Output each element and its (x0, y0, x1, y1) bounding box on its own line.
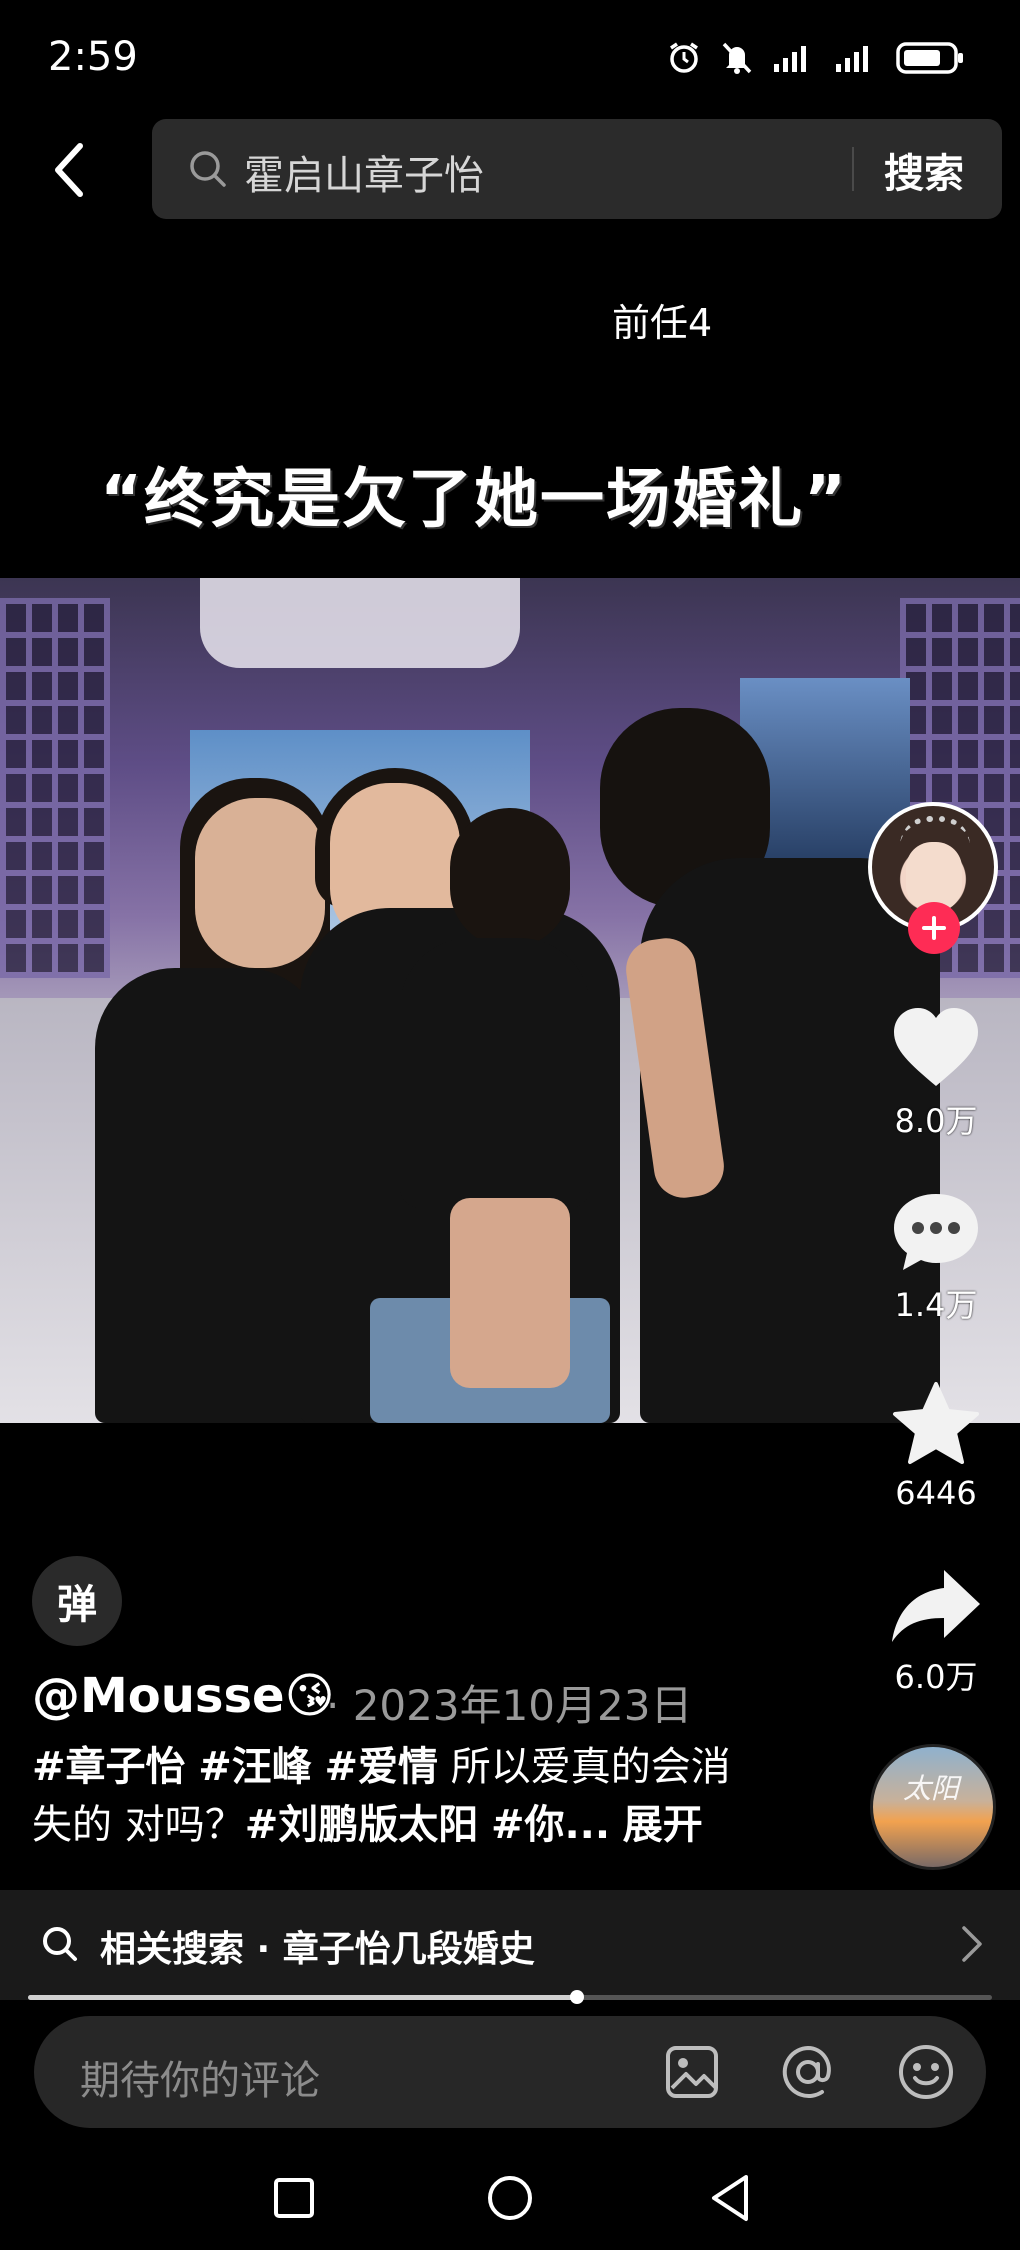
hashtag[interactable]: #爱情 (324, 1744, 438, 1790)
video-description: #章子怡 #汪峰 #爱情 所以爱真的会消 失的 对吗？#刘鹏版太阳 #你... … (32, 1738, 792, 1854)
person-figure (450, 808, 570, 948)
signal-icon (834, 42, 878, 78)
comment-input[interactable]: 期待你的评论 (34, 2016, 986, 2128)
favorite-count: 6446 (895, 1474, 977, 1512)
like-button[interactable]: 8.0万 (866, 1006, 1006, 1142)
triangle-back-icon (712, 2175, 748, 2221)
chevron-left-icon (55, 143, 83, 197)
person-figure (95, 968, 325, 1423)
status-icons (666, 40, 966, 80)
stage-light (200, 578, 520, 668)
recent-apps-button[interactable] (266, 2170, 322, 2226)
search-icon (40, 1924, 80, 1968)
expand-button[interactable]: 展开 (623, 1802, 703, 1848)
favorite-button[interactable]: 6446 (866, 1380, 1006, 1512)
hashtag[interactable]: #章子怡 (32, 1744, 186, 1790)
square-icon (274, 2178, 314, 2218)
comment-count: 1.4万 (894, 1286, 978, 1324)
search-query: 霍启山章子怡 (244, 153, 484, 199)
share-count: 6.0万 (894, 1658, 978, 1696)
description-line-2: 失的 对吗？#刘鹏版太阳 #你... 展开 (32, 1796, 792, 1854)
back-button[interactable] (40, 130, 100, 210)
mention-icon[interactable] (778, 2042, 838, 2102)
search-button[interactable]: 搜索 (884, 141, 964, 199)
related-search-text: 相关搜索 · 章子怡几段婚史 (100, 1929, 535, 1970)
video-progress-bar[interactable] (28, 1990, 992, 2004)
author-name[interactable]: @Mousse😘 (32, 1668, 335, 1724)
music-disc-label: 太阳 (903, 1772, 960, 1805)
comment-icon (894, 1194, 978, 1270)
system-nav-bar (0, 2140, 1020, 2250)
search-divider (852, 147, 854, 191)
status-time: 2:59 (48, 34, 138, 80)
danmaku-toggle[interactable]: 弹 (32, 1556, 122, 1646)
description-text: 所以爱真的会消 (450, 1744, 731, 1790)
alarm-icon (666, 40, 702, 80)
hashtag[interactable]: #汪峰 (198, 1744, 312, 1790)
video-caption-big: “终究是欠了她一场婚礼” (100, 463, 849, 537)
search-icon (188, 149, 228, 193)
hashtag[interactable]: #你... (491, 1802, 610, 1848)
progress-fill (28, 1995, 578, 2000)
plus-icon (922, 916, 946, 940)
share-arrow-icon (892, 1570, 980, 1642)
like-count: 8.0万 (894, 1102, 978, 1140)
search-input[interactable]: 霍启山章子怡 搜索 (152, 119, 1002, 219)
danmaku-label: 弹 (57, 1582, 97, 1628)
person-figure (450, 1198, 570, 1388)
comment-button[interactable]: 1.4万 (866, 1190, 1006, 1326)
battery-icon (896, 41, 966, 79)
comment-placeholder: 期待你的评论 (80, 2058, 320, 2104)
star-icon (893, 1382, 979, 1464)
person-figure (400, 938, 590, 1208)
post-date: · 2023年10月23日 (326, 1681, 693, 1730)
stage-truss-left (0, 598, 110, 978)
music-disc[interactable]: 太阳 (870, 1744, 996, 1870)
heart-icon (894, 1008, 978, 1086)
description-line-1: #章子怡 #汪峰 #爱情 所以爱真的会消 (32, 1738, 792, 1796)
image-icon[interactable] (662, 2042, 722, 2102)
emoji-icon[interactable] (896, 2042, 956, 2102)
follow-button[interactable] (908, 902, 960, 954)
back-nav-button[interactable] (702, 2170, 758, 2226)
mute-icon (720, 40, 754, 80)
progress-handle[interactable] (570, 1990, 585, 2004)
home-button[interactable] (482, 2170, 538, 2226)
share-button[interactable]: 6.0万 (866, 1566, 1006, 1698)
circle-icon (488, 2176, 532, 2220)
status-bar: 2:59 (0, 0, 1020, 120)
hashtag[interactable]: #刘鹏版太阳 (245, 1802, 479, 1848)
signal-icon (772, 42, 816, 78)
person-figure (195, 798, 325, 968)
description-text: 失的 对吗？ (32, 1802, 245, 1848)
related-search-bar[interactable]: 相关搜索 · 章子怡几段婚史 (0, 1890, 1020, 2000)
video-caption-small: 前任4 (612, 301, 713, 345)
chevron-right-icon (960, 1924, 984, 1968)
